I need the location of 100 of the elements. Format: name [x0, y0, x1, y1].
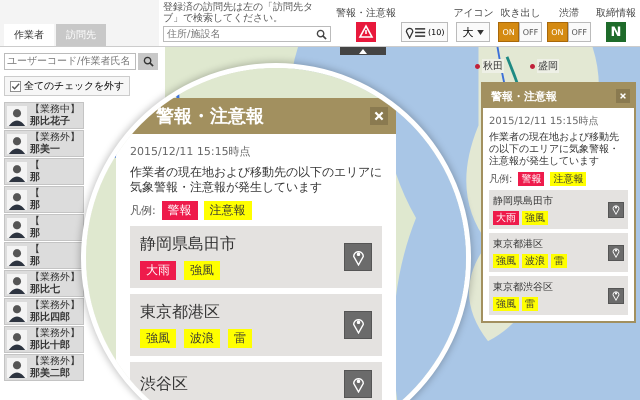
close-icon: [373, 110, 385, 122]
pin-list-button[interactable]: (10): [401, 22, 448, 42]
area-name: 静岡県島田市: [140, 234, 236, 255]
avatar-icon: [7, 218, 27, 238]
map-pin-button[interactable]: [608, 202, 624, 218]
weather-tag: 強風: [140, 329, 176, 348]
map-pin-icon: [612, 204, 620, 215]
worker-status: 【業務外】: [30, 132, 80, 143]
avatar-icon: [7, 134, 27, 154]
legend-tag: 注意報: [204, 201, 252, 220]
avatar-icon: [7, 106, 27, 126]
toggle-option[interactable]: OFF: [518, 22, 542, 42]
map-pin-button[interactable]: [344, 243, 372, 271]
legend-label: 凡例:: [489, 173, 512, 186]
map-pin-icon: [352, 376, 364, 392]
alert-message: 作業者の現在地および移動先の以下のエリアに気象警報・注意報が発生しています: [489, 132, 620, 168]
worker-row[interactable]: 【 那: [4, 214, 84, 241]
worker-row[interactable]: 【業務外】 那比十郎: [4, 326, 84, 353]
enforcement-label: 取締情報: [596, 6, 636, 20]
icon-size-select[interactable]: 大: [456, 22, 490, 42]
close-button[interactable]: [616, 89, 630, 103]
worker-row[interactable]: 【 那: [4, 158, 84, 185]
weather-tag: 大雨: [493, 211, 519, 225]
uncheck-all-button[interactable]: 全てのチェックを外す: [4, 76, 130, 96]
weather-tag: 雷: [228, 329, 252, 348]
area-name: 東京都港区: [493, 238, 544, 251]
legend-label: 凡例:: [130, 203, 156, 218]
warning-icon[interactable]: [356, 22, 376, 42]
worker-status: 【業務外】: [30, 328, 80, 339]
map-pin-button[interactable]: [608, 288, 624, 304]
area-name: 東京都港区: [140, 302, 221, 323]
city-label: 秋田: [482, 59, 504, 73]
timestamp: 2015/12/11 15:15時点: [130, 144, 252, 159]
address-search-box[interactable]: 住所/施設名: [163, 26, 332, 42]
map-pin-icon: [612, 247, 620, 258]
map-pin-button[interactable]: [344, 370, 372, 398]
enforcement-button[interactable]: N: [606, 22, 626, 42]
worker-name: 那美二郎: [30, 368, 71, 380]
worker-name: 那: [30, 200, 40, 212]
legend-tag: 警報: [162, 201, 198, 220]
search-button[interactable]: [138, 53, 158, 70]
worker-row[interactable]: 【業務外】 那美一: [4, 130, 84, 157]
avatar-icon: [7, 330, 27, 350]
toggle-label: 渋滞: [559, 6, 580, 20]
worker-status: 【業務外】: [30, 356, 80, 367]
map-pin-button[interactable]: [608, 244, 624, 260]
user-search-field[interactable]: ユーザーコード/作業者氏名: [4, 53, 136, 70]
worker-row[interactable]: 【業務中】 那比花子: [4, 102, 84, 129]
weather-tag: 波浪: [184, 329, 220, 348]
area-name: 静岡県島田市: [493, 194, 553, 208]
icon-size-label: アイコン: [453, 7, 494, 20]
worker-name: 那: [30, 228, 40, 240]
alert-message: 作業者の現在地および移動先の以下のエリアに気象警報・注意報が発生しています: [130, 165, 382, 195]
worker-name: 那: [30, 172, 40, 184]
dialog-title: 警報・注意報: [156, 105, 264, 128]
weather-tag: 大雨: [140, 261, 176, 280]
worker-row[interactable]: 【業務外】 那比四郎: [4, 298, 84, 325]
worker-status: 【: [30, 160, 40, 172]
avatar-icon: [7, 274, 27, 294]
alert-label: 警報・注意報: [336, 6, 396, 20]
weather-tag: 強風: [522, 211, 548, 225]
weather-tag: 雷: [522, 297, 538, 311]
city-label: 盛岡: [537, 59, 559, 73]
toggle-label: 吹き出し: [500, 6, 540, 20]
collapse-tab[interactable]: [340, 47, 386, 55]
legend-tag: 警報: [518, 172, 544, 186]
worker-status: 【: [30, 244, 40, 256]
worker-row[interactable]: 【 那: [4, 186, 84, 213]
worker-row[interactable]: 【業務外】 那比七: [4, 270, 84, 297]
dialog-title: 警報・注意報: [491, 88, 557, 104]
worker-status: 【: [30, 188, 40, 200]
worker-row[interactable]: 【 那: [4, 242, 84, 269]
toggle-option[interactable]: OFF: [568, 22, 591, 42]
avatar-icon: [7, 302, 27, 322]
close-button[interactable]: [370, 107, 388, 125]
avatar-icon: [7, 162, 27, 182]
worker-name: 那比花子: [30, 116, 71, 128]
area-name: 渋谷区: [140, 374, 188, 394]
map-pin-button[interactable]: [344, 311, 372, 339]
caret-icon: [477, 30, 484, 34]
worker-name: 那: [30, 256, 40, 268]
sidebar-tab[interactable]: 作業者: [4, 24, 54, 46]
worker-name: 那美一: [30, 144, 61, 156]
avatar-icon: [7, 190, 27, 210]
search-icon: [142, 56, 154, 67]
worker-status: 【: [30, 216, 40, 228]
pin-list-icon: [405, 26, 428, 38]
area-name: 東京都渋谷区: [493, 280, 553, 294]
worker-name: 那比十郎: [30, 340, 71, 352]
city-dot-icon: [475, 64, 480, 68]
worker-name: 那比四郎: [30, 312, 71, 324]
city-dot-icon: [530, 64, 535, 68]
weather-tag: 強風: [493, 254, 519, 268]
worker-status: 【業務外】: [30, 272, 80, 284]
map-pin-icon: [352, 248, 364, 266]
worker-status: 【業務外】: [30, 300, 80, 311]
close-icon: [619, 92, 627, 100]
map-pin-icon: [612, 290, 620, 301]
avatar-icon: [7, 358, 27, 378]
worker-row[interactable]: 【業務外】 那美二郎: [4, 354, 84, 381]
